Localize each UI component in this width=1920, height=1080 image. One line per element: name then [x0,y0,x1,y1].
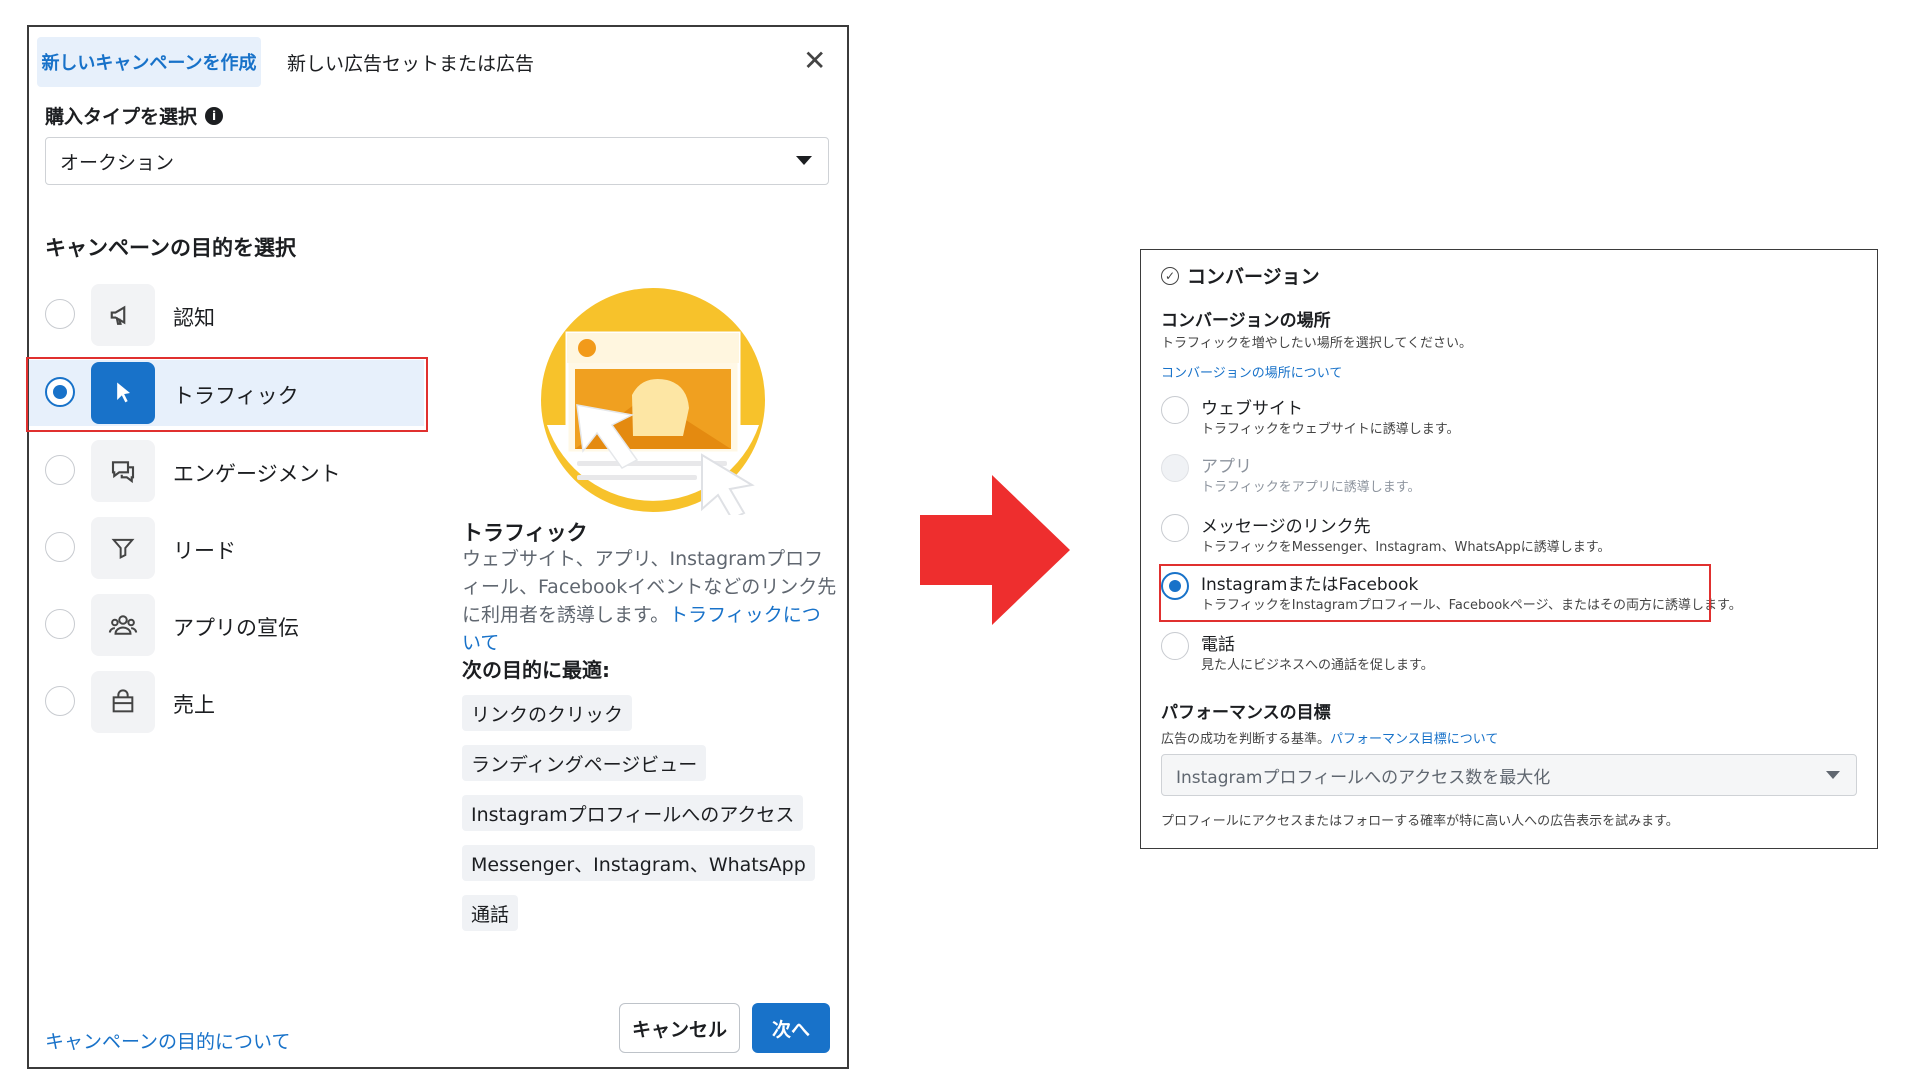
location-option-desc: トラフィックをアプリに誘導します。 [1201,480,1421,495]
people-icon [91,594,155,656]
objective-description-title: トラフィック [462,521,588,545]
buy-type-select[interactable]: オークション [45,137,829,185]
performance-goal-help-link[interactable]: パフォーマンス目標について [1330,732,1498,747]
location-option-title: ウェブサイト [1201,399,1303,419]
objective-leads[interactable]: リード [29,515,424,581]
objective-radio[interactable] [45,455,75,485]
conversion-location-help-link[interactable]: コンバージョンの場所について [1161,362,1342,381]
best-for-chip: リンクのクリック [462,695,633,731]
conversion-settings-panel: ✓ コンバージョン コンバージョンの場所 トラフィックを増やしたい場所を選択して… [1140,249,1878,849]
location-option-desc: 見た人にビジネスへの通話を促します。 [1201,658,1434,673]
campaign-create-dialog: 新しいキャンペーンを作成 新しい広告セットまたは広告 ✕ 購入タイプを選択 i … [26,25,849,1069]
objective-radio[interactable] [45,299,75,329]
objective-engagement[interactable]: エンゲージメント [29,438,424,504]
panel-header-text: コンバージョン [1187,266,1320,288]
objective-radio-selected[interactable] [45,377,75,407]
objective-label-text: エンゲージメント [173,462,341,486]
objective-description-text: ウェブサイト、アプリ、Instagramプロフィール、Facebookイベントな… [462,545,837,657]
cancel-button[interactable]: キャンセル [619,1003,740,1053]
objective-label-text: リード [173,539,236,563]
campaign-objective-help-link[interactable]: キャンペーンの目的について [45,1027,290,1054]
objective-label-text: 売上 [173,693,215,717]
location-option-desc: トラフィックをウェブサイトに誘導します。 [1201,422,1460,437]
performance-goal-desc: 広告の成功を判断する基準。パフォーマンス目標について [1161,728,1498,747]
traffic-illustration [541,288,765,515]
objective-sales[interactable]: 売上 [29,669,424,735]
location-radio-selected[interactable] [1161,572,1189,600]
objective-traffic[interactable]: トラフィック [29,360,424,426]
buy-type-label-text: 購入タイプを選択 [45,106,198,128]
location-radio[interactable] [1161,632,1189,660]
location-option-phone[interactable]: 電話 見た人にビジネスへの通話を促します。 [1161,626,1721,678]
conversion-location-title: コンバージョンの場所 [1161,311,1331,331]
location-option-message-destinations[interactable]: メッセージのリンク先 トラフィックをMessenger、Instagram、Wh… [1161,508,1721,560]
location-option-title: アプリ [1201,457,1252,477]
megaphone-icon [91,284,155,346]
location-option-website[interactable]: ウェブサイト トラフィックをウェブサイトに誘導します。 [1161,390,1721,442]
performance-goal-select[interactable]: Instagramプロフィールへのアクセス数を最大化 [1161,754,1857,796]
performance-goal-desc-text: 広告の成功を判断する基準。 [1161,732,1331,747]
location-option-title: メッセージのリンク先 [1201,517,1371,537]
tab-new-campaign[interactable]: 新しいキャンペーンを作成 [37,37,261,87]
location-option-desc: トラフィックをMessenger、Instagram、WhatsAppに誘導しま… [1201,540,1611,555]
location-option-app: アプリ トラフィックをアプリに誘導します。 [1161,448,1721,500]
location-option-title: 電話 [1201,635,1235,655]
buy-type-value: オークション [60,151,175,174]
buy-type-label: 購入タイプを選択 i [45,102,224,129]
performance-goal-title: パフォーマンスの目標 [1161,703,1331,723]
best-for-chip: Instagramプロフィールへのアクセス [462,795,804,831]
location-radio[interactable] [1161,396,1189,424]
chevron-down-icon [1826,771,1840,779]
location-radio[interactable] [1161,514,1189,542]
best-for-title: 次の目的に最適: [462,658,610,682]
conversion-location-desc: トラフィックを増やしたい場所を選択してください。 [1161,336,1472,351]
check-circle-icon: ✓ [1161,266,1179,285]
performance-goal-value: Instagramプロフィールへのアクセス数を最大化 [1176,767,1551,788]
right-arrow-icon [920,475,1070,625]
panel-header: ✓ コンバージョン [1161,262,1320,289]
objective-radio[interactable] [45,686,75,716]
chat-bubble-icon [91,440,155,502]
location-option-title: InstagramまたはFacebook [1201,575,1419,595]
location-radio-disabled [1161,454,1189,482]
best-for-chip: ランディングページビュー [462,745,707,781]
objective-radio[interactable] [45,609,75,639]
objective-label-text: アプリの宣伝 [173,616,299,640]
objective-label-text: トラフィック [173,384,299,408]
best-for-chip: 通話 [462,895,519,931]
objective-label-text: 認知 [173,306,215,330]
objective-app-promotion[interactable]: アプリの宣伝 [29,592,424,658]
chevron-down-icon [796,156,812,165]
objective-awareness[interactable]: 認知 [29,282,424,348]
location-option-instagram-or-facebook[interactable]: InstagramまたはFacebook トラフィックをInstagramプロフ… [1161,566,1742,618]
next-button[interactable]: 次へ [752,1003,830,1053]
shopping-bag-icon [91,671,155,733]
location-option-desc: トラフィックをInstagramプロフィール、Facebookページ、またはその… [1201,598,1742,613]
performance-goal-note: プロフィールにアクセスまたはフォローする確率が特に高い人への広告表示を試みます。 [1161,814,1679,829]
objective-radio[interactable] [45,532,75,562]
best-for-chip: Messenger、Instagram、WhatsApp [462,845,815,881]
tab-new-adset-or-ad[interactable]: 新しい広告セットまたは広告 [287,37,534,87]
info-icon[interactable]: i [205,106,224,125]
cursor-icon [91,362,155,424]
funnel-icon [91,517,155,579]
close-icon[interactable]: ✕ [803,47,826,75]
objective-label: キャンペーンの目的を選択 [45,236,296,260]
